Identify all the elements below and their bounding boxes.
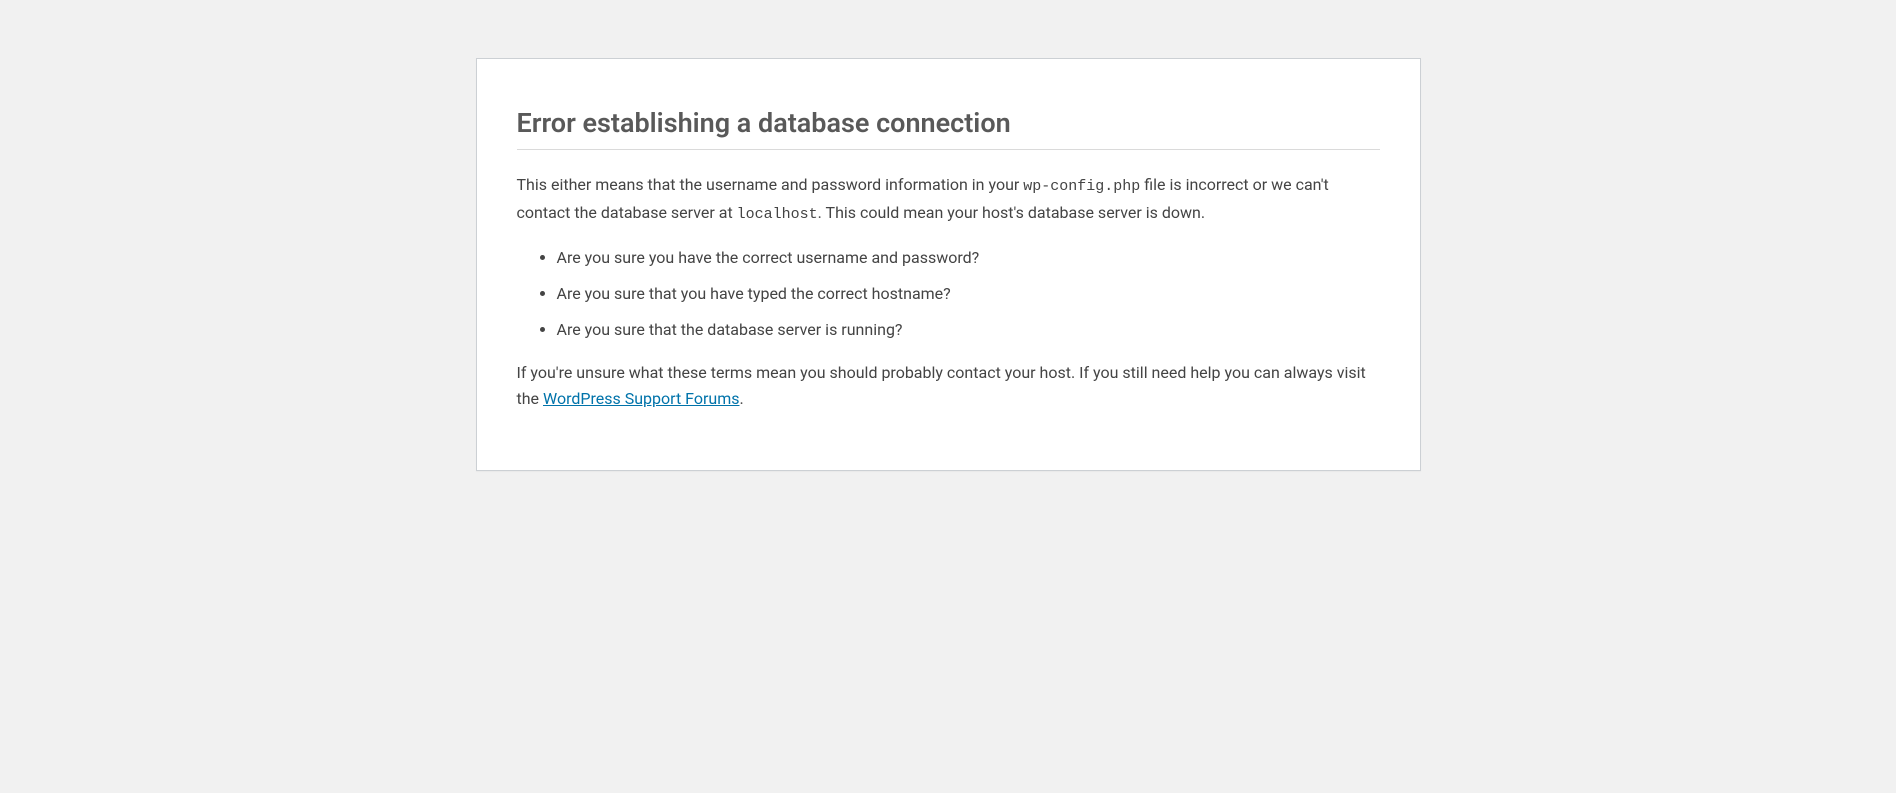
page-title: Error establishing a database connection (517, 79, 1380, 150)
help-text-2: . (739, 389, 743, 408)
db-host-code: localhost (737, 206, 818, 223)
list-item: Are you sure that you have typed the cor… (557, 282, 1380, 306)
intro-text-1: This either means that the username and … (517, 175, 1024, 194)
list-item: Are you sure you have the correct userna… (557, 246, 1380, 270)
questions-list: Are you sure you have the correct userna… (517, 246, 1380, 342)
error-panel: Error establishing a database connection… (476, 58, 1421, 471)
config-file-code: wp-config.php (1023, 178, 1140, 195)
intro-text-3: . This could mean your host's database s… (818, 203, 1205, 222)
support-forums-link[interactable]: WordPress Support Forums (543, 389, 739, 408)
help-paragraph: If you're unsure what these terms mean y… (517, 360, 1380, 413)
intro-paragraph: This either means that the username and … (517, 172, 1380, 228)
list-item: Are you sure that the database server is… (557, 318, 1380, 342)
